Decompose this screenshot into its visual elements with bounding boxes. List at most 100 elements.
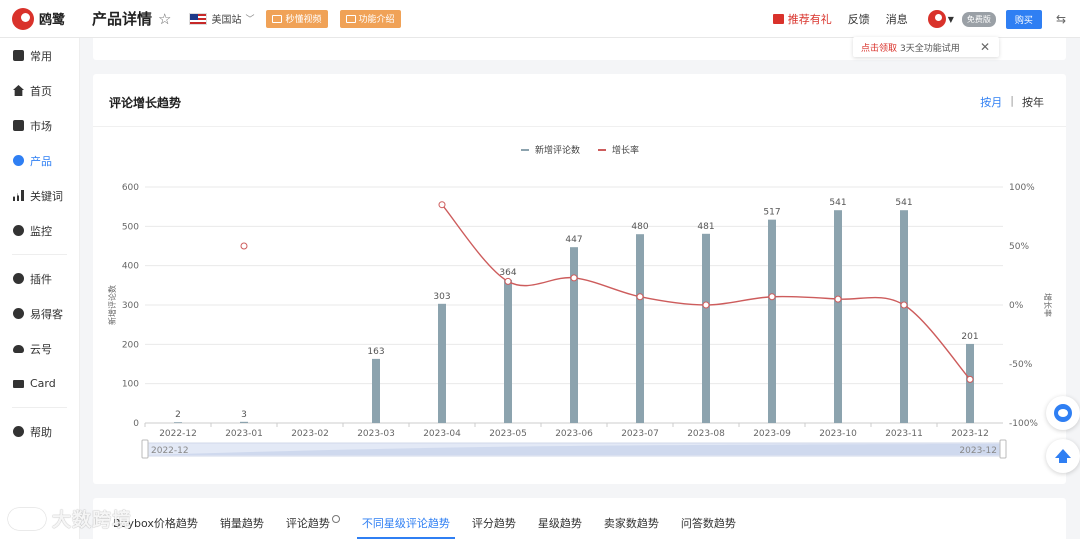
- logo-icon: [12, 7, 34, 30]
- help-circle-icon[interactable]: [331, 515, 340, 523]
- tab-1[interactable]: 销量趋势: [220, 515, 264, 539]
- growth-point: [504, 277, 512, 285]
- sidebar-item-label: 常用: [30, 49, 52, 63]
- watermark-text: 大数跨境: [52, 509, 133, 531]
- bar: [834, 210, 842, 423]
- sidebar-item-monitor[interactable]: 监控: [0, 213, 79, 248]
- sidebar-item-card[interactable]: Card: [0, 366, 79, 401]
- swap-icon[interactable]: ⇆: [1056, 12, 1066, 26]
- home-icon: [13, 85, 24, 96]
- sidebar-item-label: 首页: [30, 84, 52, 98]
- sidebar-item-label: 关键词: [30, 189, 63, 203]
- product-icon: [13, 155, 24, 166]
- headset-icon: [1054, 404, 1072, 422]
- bar: [636, 234, 644, 423]
- messages-link[interactable]: 消息: [886, 11, 908, 27]
- y2-axis-title: 增长率: [1043, 293, 1053, 317]
- trend-tabs: Buybox价格趋势 销量趋势 评论趋势 不同星级评论趋势 评分趋势 星级趋势 卖家数趋势问…: [113, 515, 758, 539]
- x-tick-label: 2023-06: [555, 429, 593, 439]
- trial-claim-link[interactable]: 点击领取: [861, 41, 897, 54]
- bar-data-label: 541: [895, 198, 912, 208]
- x-tick-label: 2023-07: [621, 429, 659, 439]
- watermark: 大数跨境: [8, 505, 132, 532]
- caret-down-icon[interactable]: ▼: [948, 15, 954, 24]
- recommend-label: 推荐有礼: [787, 13, 832, 26]
- intro-button[interactable]: 功能介绍: [339, 9, 401, 28]
- recommend-link[interactable]: 推荐有礼: [772, 11, 832, 27]
- review-growth-chart: 新增评论数 增长率0100200300400500600-100%-50%0%50…: [107, 144, 1053, 459]
- sidebar-item-home[interactable]: 首页: [0, 73, 79, 108]
- tab-2[interactable]: 评论趋势: [286, 515, 330, 539]
- sidebar-item-keyword[interactable]: 关键词: [0, 178, 79, 213]
- sidebar-item-label: 监控: [30, 224, 52, 238]
- play-icon: [272, 14, 283, 23]
- y-tick-label: 200: [122, 340, 139, 350]
- top-right-group: 推荐有礼 反馈 消息 ▼ 免费版 购买 ⇆: [772, 0, 1080, 38]
- y-axis-title: 新增评论数: [107, 285, 117, 325]
- us-flag-icon: [189, 12, 208, 25]
- zoom-handle-left: [141, 439, 149, 459]
- bar: [372, 358, 380, 423]
- x-tick-label: 2023-09: [753, 429, 791, 439]
- close-icon[interactable]: ✕: [980, 40, 990, 54]
- x-tick-label: 2022-12: [159, 429, 197, 439]
- video-button[interactable]: 秒懂视频: [266, 9, 328, 28]
- zoom-handle-right: [999, 439, 1007, 459]
- zoom-end-label: 2023-12: [959, 446, 997, 456]
- sidebar: 常用 首页 市场 产品 关键词 监控 插件 易得客 云号 Card 帮助: [0, 38, 80, 539]
- sidebar-item-common[interactable]: 常用: [0, 38, 79, 73]
- bar-data-label: 517: [763, 208, 780, 218]
- sidebar-divider: [12, 407, 67, 408]
- card-icon: [13, 379, 24, 388]
- sidebar-item-label: 市场: [30, 119, 52, 133]
- y-tick-label: 100: [122, 380, 139, 390]
- growth-point: [702, 301, 710, 309]
- x-tick-label: 2023-02: [291, 429, 329, 439]
- avatar[interactable]: [927, 10, 946, 28]
- back-to-top-button[interactable]: [1046, 439, 1080, 473]
- favorite-star-icon[interactable]: ☆: [158, 10, 171, 28]
- feedback-link[interactable]: 反馈: [848, 11, 870, 27]
- doc-icon: [345, 14, 356, 23]
- y2-tick-label: 100%: [1009, 183, 1035, 193]
- edition-badge: 免费版: [961, 11, 996, 27]
- tab-5[interactable]: 星级趋势: [538, 515, 582, 539]
- bar: [900, 210, 908, 423]
- sidebar-item-help[interactable]: 帮助: [0, 414, 79, 449]
- bar-data-label: 2: [175, 410, 181, 420]
- sidebar-item-yideke[interactable]: 易得客: [0, 296, 79, 331]
- sidebar-item-cloud[interactable]: 云号: [0, 331, 79, 366]
- cloud-icon: [13, 344, 24, 353]
- buy-button[interactable]: 购买: [1005, 9, 1042, 29]
- bar-data-label: 3: [241, 410, 247, 420]
- top-bar: 鸥鹭 产品详情 ☆ 美国站 ﹀ 秒懂视频 功能介绍 推荐有礼 反馈 消息 ▼ 免…: [0, 0, 1080, 38]
- bar: [570, 247, 578, 423]
- app-logo[interactable]: 鸥鹭: [0, 7, 80, 30]
- x-tick-label: 2023-04: [423, 429, 461, 439]
- sidebar-item-label: Card: [30, 377, 56, 390]
- customer-service-button[interactable]: [1046, 396, 1080, 430]
- x-tick-label: 2023-12: [951, 429, 989, 439]
- trial-text: 3天全功能试用: [900, 43, 960, 54]
- sidebar-item-product[interactable]: 产品: [0, 143, 79, 178]
- tab-6[interactable]: 卖家数趋势: [604, 515, 659, 539]
- sidebar-item-label: 插件: [30, 272, 52, 286]
- sidebar-item-market[interactable]: 市场: [0, 108, 79, 143]
- growth-point: [900, 301, 908, 309]
- bar: [240, 421, 248, 423]
- tab-7[interactable]: 问答数趋势: [681, 515, 736, 539]
- bar-data-label: 303: [433, 292, 450, 302]
- sidebar-item-plugin[interactable]: 插件: [0, 261, 79, 296]
- arrow-up-icon: [1055, 448, 1071, 463]
- site-selector[interactable]: 美国站 ﹀: [189, 11, 254, 26]
- watermark-logo-icon: [8, 507, 46, 530]
- tab-3[interactable]: 不同星级评论趋势: [356, 515, 455, 539]
- tab-4[interactable]: 评分趋势: [472, 515, 516, 539]
- growth-point: [438, 201, 446, 209]
- intro-button-label: 功能介绍: [358, 15, 395, 25]
- gift-icon: [772, 14, 784, 24]
- sidebar-divider: [12, 254, 67, 255]
- x-tick-label: 2023-01: [225, 429, 263, 439]
- legend-label-reviews: 新增评论数: [535, 144, 580, 156]
- y-tick-label: 0: [133, 419, 139, 429]
